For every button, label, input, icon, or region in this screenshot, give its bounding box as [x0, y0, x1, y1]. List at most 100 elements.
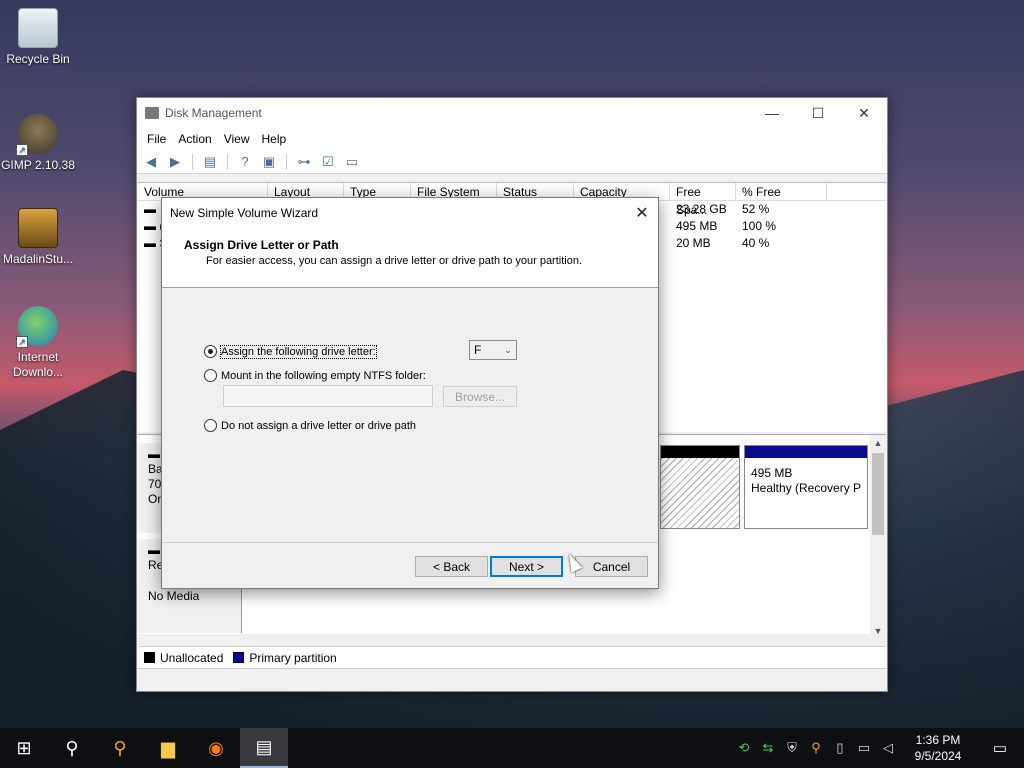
recycle-bin-icon [18, 8, 58, 48]
scrollbar-thumb[interactable] [872, 453, 884, 535]
desktop-icon-label: GIMP 2.10.38 [1, 158, 75, 172]
radio-label: Do not assign a drive letter or drive pa… [221, 419, 417, 432]
next-button[interactable]: Next > [490, 556, 563, 577]
radio-assign-letter[interactable]: Assign the following drive letter: [204, 344, 377, 359]
search-tool-tray-icon[interactable]: ⚲ [804, 740, 828, 756]
wizard-title-bar[interactable]: New Simple Volume Wizard ✕ [162, 198, 658, 228]
menu-help[interactable]: Help [256, 132, 293, 146]
radio-label: Mount in the following empty NTFS folder… [221, 369, 426, 382]
menu-bar: File Action View Help [137, 128, 887, 150]
volume-muted-icon[interactable]: ◁ [876, 740, 900, 756]
legend-primary: Primary partition [249, 650, 337, 665]
security-shield-icon[interactable]: ⛨ [780, 740, 804, 756]
download-manager-icon[interactable]: ⇆ [756, 740, 780, 756]
drive-letter-value: F [474, 343, 482, 357]
window-title: Disk Management [165, 106, 262, 120]
row-free: 20 MB [676, 236, 711, 250]
properties-icon[interactable]: ▭ [342, 153, 362, 171]
toolbar-separator [192, 153, 193, 170]
row-free: 23.28 GB [676, 202, 727, 216]
folder-app-icon [18, 208, 58, 248]
chevron-up-icon[interactable]: ▲ [870, 435, 886, 451]
col-free-space[interactable]: Free Spa... [670, 183, 736, 217]
desktop-icon-recycle-bin[interactable]: Recycle Bin [0, 8, 76, 67]
wizard-footer: < Back Next > Cancel [162, 542, 658, 588]
browse-button[interactable]: Browse... [443, 386, 517, 407]
checklist-icon[interactable]: ☑ [318, 153, 338, 171]
notification-icon[interactable]: ▭ [976, 739, 1024, 757]
menu-file[interactable]: File [141, 132, 172, 146]
shortcut-arrow-icon: ↗ [16, 144, 28, 156]
drive-icon: ▬ [144, 219, 156, 233]
legend-swatch-primary [233, 652, 245, 663]
desktop-icon-label: Recycle Bin [6, 52, 70, 66]
row-pct: 40 % [742, 236, 770, 250]
radio-button-checked[interactable] [204, 345, 217, 358]
row-pct: 52 % [742, 202, 770, 216]
desktop-icon-internet-download[interactable]: ↗ Internet Downlo... [0, 306, 76, 380]
menu-view[interactable]: View [218, 132, 256, 146]
wizard-header: Assign Drive Letter or Path For easier a… [162, 228, 658, 288]
radio-button[interactable] [204, 419, 217, 432]
desktop-icon-gimp[interactable]: ↗ GIMP 2.10.38 [0, 114, 76, 173]
folder-path-input[interactable] [223, 385, 433, 407]
radio-no-assign[interactable]: Do not assign a drive letter or drive pa… [204, 419, 416, 432]
taskbar-app-search-tool[interactable]: ⚲ [96, 728, 144, 768]
action-pane-icon[interactable]: ▣ [259, 153, 279, 171]
radio-mount-folder[interactable]: Mount in the following empty NTFS folder… [204, 369, 426, 382]
usb-icon[interactable]: ▯ [828, 740, 852, 756]
network-icon[interactable]: ▭ [852, 740, 876, 756]
vertical-scrollbar[interactable]: ▲ ▼ [870, 435, 886, 636]
desktop-icon-label: Internet Downlo... [12, 350, 64, 379]
globe-download-icon: ↗ [16, 306, 58, 348]
disk-management-icon: ▤ [255, 736, 273, 757]
drive-letter-select[interactable]: F ⌄ [469, 340, 517, 360]
wizard-body: Assign the following drive letter: F ⌄ M… [162, 288, 658, 544]
connect-icon[interactable]: ⊶ [294, 153, 314, 171]
network-sync-icon[interactable]: ⟲ [732, 740, 756, 756]
taskbar-file-explorer[interactable]: ▆ [144, 728, 192, 768]
legend-unallocated: Unallocated [160, 650, 224, 665]
back-button[interactable]: < Back [415, 556, 488, 577]
wizard-step-title: Assign Drive Letter or Path [184, 238, 339, 252]
taskbar-firefox[interactable]: ◉ [192, 728, 240, 768]
console-tree-icon[interactable]: ▤ [200, 153, 220, 171]
disk-management-icon [145, 107, 159, 119]
taskbar: ⊞ ⚲ ⚲ ▆ ◉ ▤ ⟲ ⇆ ⛨ ⚲ ▯ ▭ ◁ 1:36 PM 9/5/20… [0, 728, 1024, 768]
partition-unallocated[interactable] [660, 445, 740, 529]
desktop-icon-madalinstu[interactable]: MadalinStu... [0, 208, 76, 267]
clock-time: 1:36 PM [915, 733, 961, 747]
partition-recovery[interactable]: 495 MB Healthy (Recovery Pa [744, 445, 868, 529]
cancel-button[interactable]: Cancel [575, 556, 648, 577]
windows-logo-icon: ⊞ [16, 737, 32, 758]
radio-label: Assign the following drive letter: [220, 344, 377, 359]
legend-swatch-unallocated [144, 652, 155, 663]
radio-button[interactable] [204, 369, 217, 382]
help-icon[interactable]: ? [235, 153, 255, 171]
maximize-button[interactable]: ☐ [795, 98, 841, 128]
search-button[interactable]: ⚲ [48, 728, 96, 768]
partition-color-bar [661, 446, 739, 458]
menu-action[interactable]: Action [172, 132, 217, 146]
firefox-icon: ◉ [208, 737, 224, 758]
drive-icon: ▬ [144, 236, 156, 250]
toolbar-separator [227, 153, 228, 170]
search-icon: ⚲ [65, 737, 79, 758]
drive-icon: ▬ [144, 202, 156, 216]
folder-icon: ▆ [161, 737, 175, 758]
back-arrow-icon[interactable]: ◀ [141, 153, 161, 171]
chevron-down-icon[interactable]: ▼ [870, 623, 886, 639]
start-button[interactable]: ⊞ [0, 728, 48, 768]
taskbar-disk-management[interactable]: ▤ [240, 728, 288, 768]
forward-arrow-icon[interactable]: ▶ [165, 153, 185, 171]
close-button[interactable]: ✕ [841, 98, 887, 128]
shortcut-arrow-icon: ↗ [16, 336, 28, 348]
wizard-close-button[interactable]: ✕ [626, 203, 658, 223]
title-bar[interactable]: Disk Management — ☐ ✕ [137, 98, 887, 128]
col-percent-free[interactable]: % Free [736, 183, 827, 200]
magnifier-icon: ⚲ [113, 737, 127, 758]
minimize-button[interactable]: — [749, 98, 795, 128]
clock[interactable]: 1:36 PM 9/5/2024 [900, 732, 976, 764]
wizard-step-subtitle: For easier access, you can assign a driv… [206, 255, 583, 267]
partition-color-bar [745, 446, 867, 458]
